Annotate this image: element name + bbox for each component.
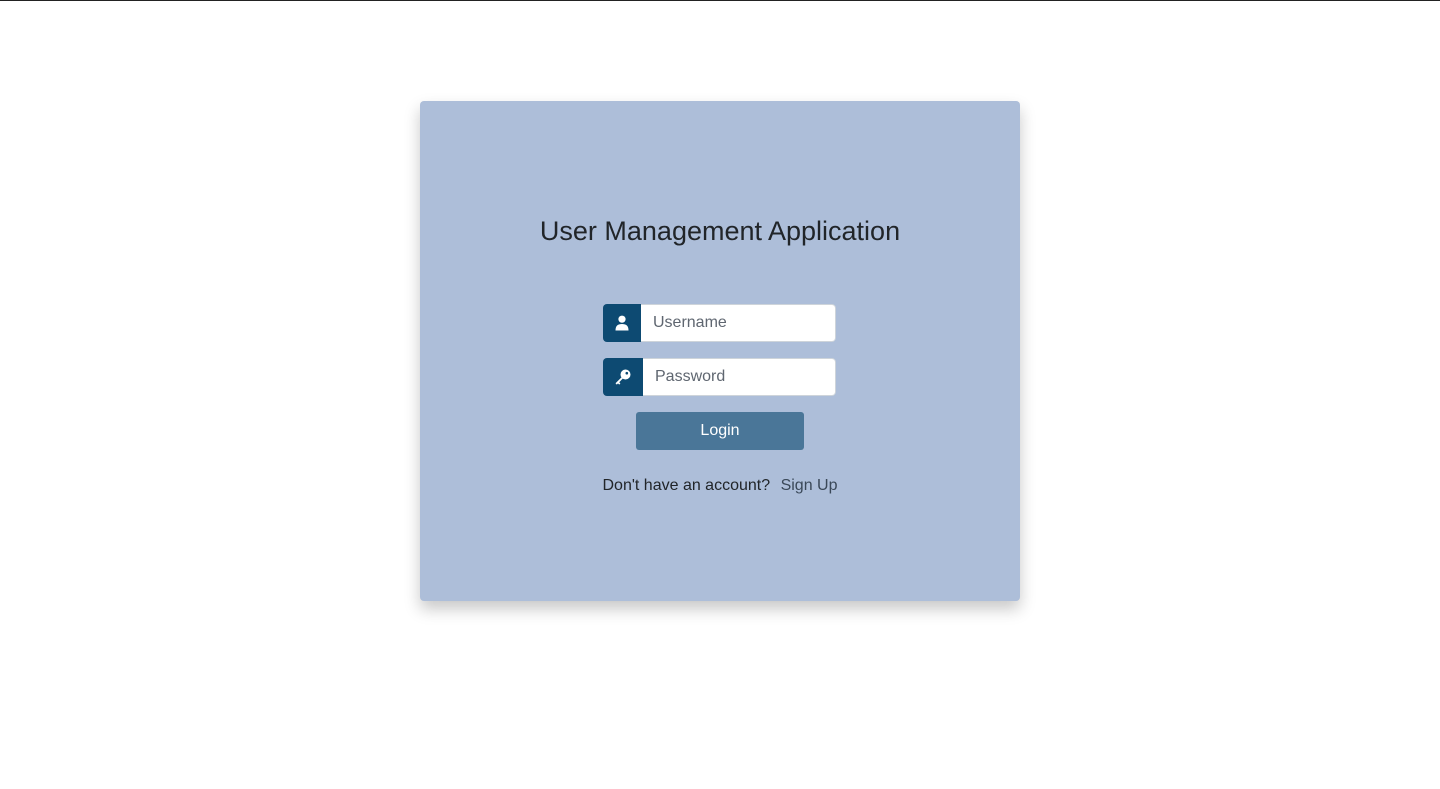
login-card: User Management Application Login Don't …	[420, 101, 1020, 601]
key-icon	[603, 358, 643, 396]
signup-link[interactable]: Sign Up	[781, 477, 838, 494]
signup-prompt: Don't have an account?	[602, 477, 771, 494]
page-title: User Management Application	[539, 216, 901, 246]
password-field[interactable]	[643, 358, 836, 396]
signup-row: Don't have an account? Sign Up	[420, 476, 1020, 496]
username-input-group	[603, 304, 836, 342]
user-icon	[603, 304, 641, 342]
login-button[interactable]: Login	[636, 412, 804, 450]
username-field[interactable]	[641, 304, 836, 342]
password-input-group	[603, 358, 836, 396]
top-border	[0, 0, 1440, 1]
